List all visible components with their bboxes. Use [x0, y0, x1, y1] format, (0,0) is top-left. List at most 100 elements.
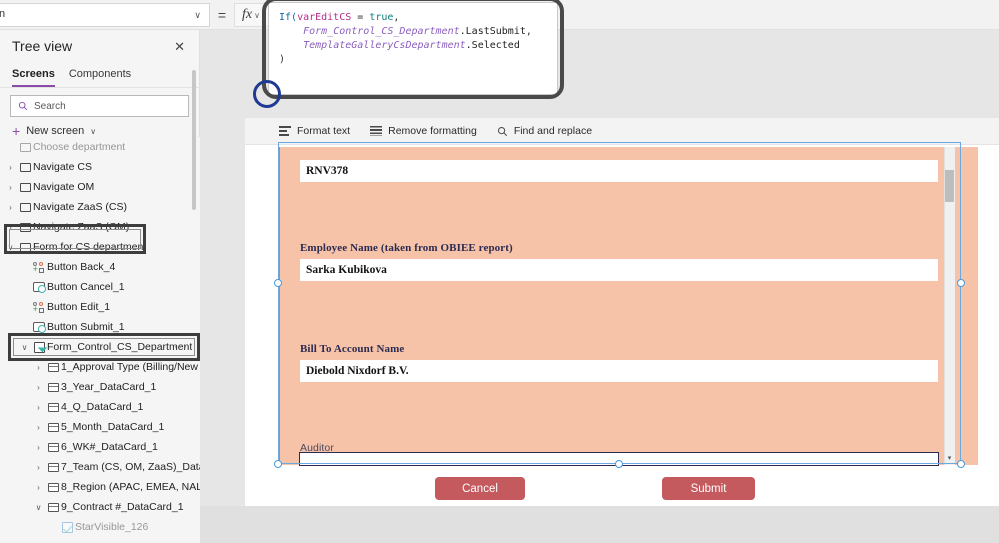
search-input[interactable]: Search [10, 95, 189, 117]
tab-screens[interactable]: Screens [12, 68, 55, 87]
tree-item-form-control-cs-department[interactable]: ∨ Form_Control_CS_Department ··· [0, 337, 200, 357]
tree-item-label: Button Back_4 [47, 261, 116, 273]
tree-item-label: 6_WK#_DataCard_1 [61, 441, 158, 453]
tree-item-navigate-om[interactable]: › Navigate OM [0, 177, 200, 197]
expander-icon[interactable]: › [32, 463, 45, 472]
expander-icon[interactable]: › [32, 363, 45, 372]
tree-item-label: 5_Month_DataCard_1 [61, 421, 165, 433]
datacard-icon [45, 482, 61, 492]
selection-handle-right-mid[interactable] [957, 279, 965, 287]
powerapps-studio: n ∨ = fx ∨ If(varEditCS = true, Form_Con… [0, 0, 999, 543]
employee-name-label: Employee Name (taken from OBIEE report) [300, 242, 513, 254]
expander-icon[interactable]: › [32, 403, 45, 412]
formula-token-comma-2: , [525, 26, 532, 37]
form-scrollbar-thumb[interactable] [945, 170, 954, 202]
search-icon [18, 101, 28, 111]
tab-components[interactable]: Components [69, 68, 131, 87]
tree-item-label: 7_Team (CS, OM, ZaaS)_DataCard_1 [61, 461, 200, 473]
expander-icon[interactable]: › [32, 483, 45, 492]
tree-item-label: 1_Approval Type (Billing/New Hire/W [61, 361, 200, 373]
tree-item-label: Form_Control_CS_Department [47, 341, 193, 353]
tree-scrollbar[interactable] [192, 70, 196, 210]
formula-token-comma-1: , [393, 12, 400, 23]
tree-item-1-approval-type-billing-new-hire-w[interactable]: › 1_Approval Type (Billing/New Hire/W [0, 357, 200, 377]
app-preview-frame: Format text Remove formatting Find and r… [245, 118, 999, 506]
close-icon[interactable]: ✕ [174, 40, 185, 53]
expander-icon[interactable]: › [4, 163, 17, 172]
scroll-down-arrow-icon[interactable]: ▾ [945, 454, 954, 464]
formula-editor[interactable]: If(varEditCS = true, Form_Control_CS_Dep… [268, 2, 558, 95]
expander-icon[interactable]: › [4, 183, 17, 192]
datacard-icon [45, 422, 61, 432]
property-dropdown[interactable]: n ∨ [0, 3, 210, 27]
selection-handle-bottom-right[interactable] [957, 460, 965, 468]
screen-icon [17, 162, 33, 172]
tree-item-8-region-apac-emea-nala-datac[interactable]: › 8_Region (APAC, EMEA, NALA)_DataC [0, 477, 200, 497]
more-options-icon[interactable]: ··· [174, 341, 188, 353]
button-a-icon: + [31, 261, 47, 273]
bill-to-account-input[interactable]: Diebold Nixdorf B.V. [300, 360, 938, 382]
tree-view-tabs: Screens Components [0, 64, 199, 88]
datacard-icon [45, 382, 61, 392]
format-text-button[interactable]: Format text [279, 125, 350, 137]
tree-item-button-back-4[interactable]: + Button Back_4 [0, 257, 200, 277]
fx-chevron-down-icon: ∨ [254, 10, 260, 20]
tree-item-navigate-cs[interactable]: › Navigate CS [0, 157, 200, 177]
tree-item-starvisible-126[interactable]: StarVisible_126 [0, 517, 200, 537]
expander-icon[interactable]: › [32, 423, 45, 432]
tree-item-choose-department[interactable]: Choose department [0, 137, 200, 157]
formula-code[interactable]: If(varEditCS = true, Form_Control_CS_Dep… [269, 3, 557, 75]
formula-token-operator: = [351, 12, 370, 23]
tree-item-9-contract-datacard-1[interactable]: ∨ 9_Contract #_DataCard_1 [0, 497, 200, 517]
form-control-card[interactable]: RNV378 Employee Name (taken from OBIEE r… [278, 147, 978, 465]
search-container: Search [0, 88, 199, 121]
tree-item-6-wk-datacard-1[interactable]: › 6_WK#_DataCard_1 [0, 437, 200, 457]
expander-icon[interactable]: › [32, 383, 45, 392]
expander-icon[interactable]: ∨ [32, 503, 45, 512]
tree-item-3-year-datacard-1[interactable]: › 3_Year_DataCard_1 [0, 377, 200, 397]
datacard-icon [45, 402, 61, 412]
tree-view-list[interactable]: Choose department › Navigate CS › Navigate O… [0, 137, 200, 543]
tree-item-navigate-zaas-cs[interactable]: › Navigate ZaaS (CS) [0, 197, 200, 217]
submit-button[interactable]: Submit [662, 477, 755, 500]
tree-view-header: Tree view ✕ [0, 30, 199, 64]
selection-handle-left-mid[interactable] [274, 279, 282, 287]
expander-icon[interactable]: ∨ [18, 343, 31, 352]
tree-item-label: Navigate CS [33, 161, 92, 173]
find-and-replace-button[interactable]: Find and replace [497, 125, 592, 137]
format-text-label: Format text [297, 125, 351, 137]
cancel-button[interactable]: Cancel [435, 477, 525, 500]
tree-item-button-cancel-1[interactable]: Button Cancel_1 [0, 277, 200, 297]
tree-item-label: Button Submit_1 [47, 321, 125, 333]
tree-item-button-submit-1[interactable]: Button Submit_1 [0, 317, 200, 337]
form-field-employee-name: Employee Name (taken from OBIEE report) … [300, 242, 938, 281]
tree-item-navigate-zaas-om[interactable]: › Navigate ZaaS (OM) [0, 217, 200, 237]
tree-item-label: Navigate ZaaS (CS) [33, 201, 127, 213]
remove-formatting-label: Remove formatting [388, 125, 477, 137]
tree-item-4-q-datacard-1[interactable]: › 4_Q_DataCard_1 [0, 397, 200, 417]
expander-icon[interactable]: ∨ [4, 243, 17, 252]
tree-item-form-for-cs-department[interactable]: ∨ Form for CS department [0, 237, 200, 257]
screen-icon [17, 222, 33, 232]
reference-input[interactable]: RNV378 [300, 160, 938, 182]
formula-token-property-1: .LastSubmit [459, 26, 526, 37]
tree-item-5-month-datacard-1[interactable]: › 5_Month_DataCard_1 [0, 417, 200, 437]
expander-icon[interactable]: › [4, 223, 17, 232]
formula-token-true: true [369, 12, 394, 23]
remove-formatting-button[interactable]: Remove formatting [370, 125, 477, 137]
tree-item-label: 8_Region (APAC, EMEA, NALA)_DataC [61, 481, 200, 493]
expander-icon[interactable]: › [32, 443, 45, 452]
employee-name-input[interactable]: Sarka Kubikova [300, 259, 938, 281]
expander-icon[interactable]: › [4, 203, 17, 212]
tree-item-button-edit-1[interactable]: + Button Edit_1 [0, 297, 200, 317]
tree-item-7-team-cs-om-zaas-datacard-1[interactable]: › 7_Team (CS, OM, ZaaS)_DataCard_1 [0, 457, 200, 477]
tree-item-label: Button Cancel_1 [47, 281, 125, 293]
search-icon [497, 126, 507, 136]
form-icon [31, 341, 47, 353]
formula-token-control-1: Form_Control_CS_Department [303, 26, 460, 37]
fx-icon: fx [242, 7, 253, 22]
selection-handle-bottom-mid[interactable] [615, 460, 623, 468]
formula-token-property-2: .Selected [465, 40, 520, 51]
chevron-down-icon: ∨ [90, 126, 97, 136]
selection-handle-bottom-left[interactable] [274, 460, 282, 468]
